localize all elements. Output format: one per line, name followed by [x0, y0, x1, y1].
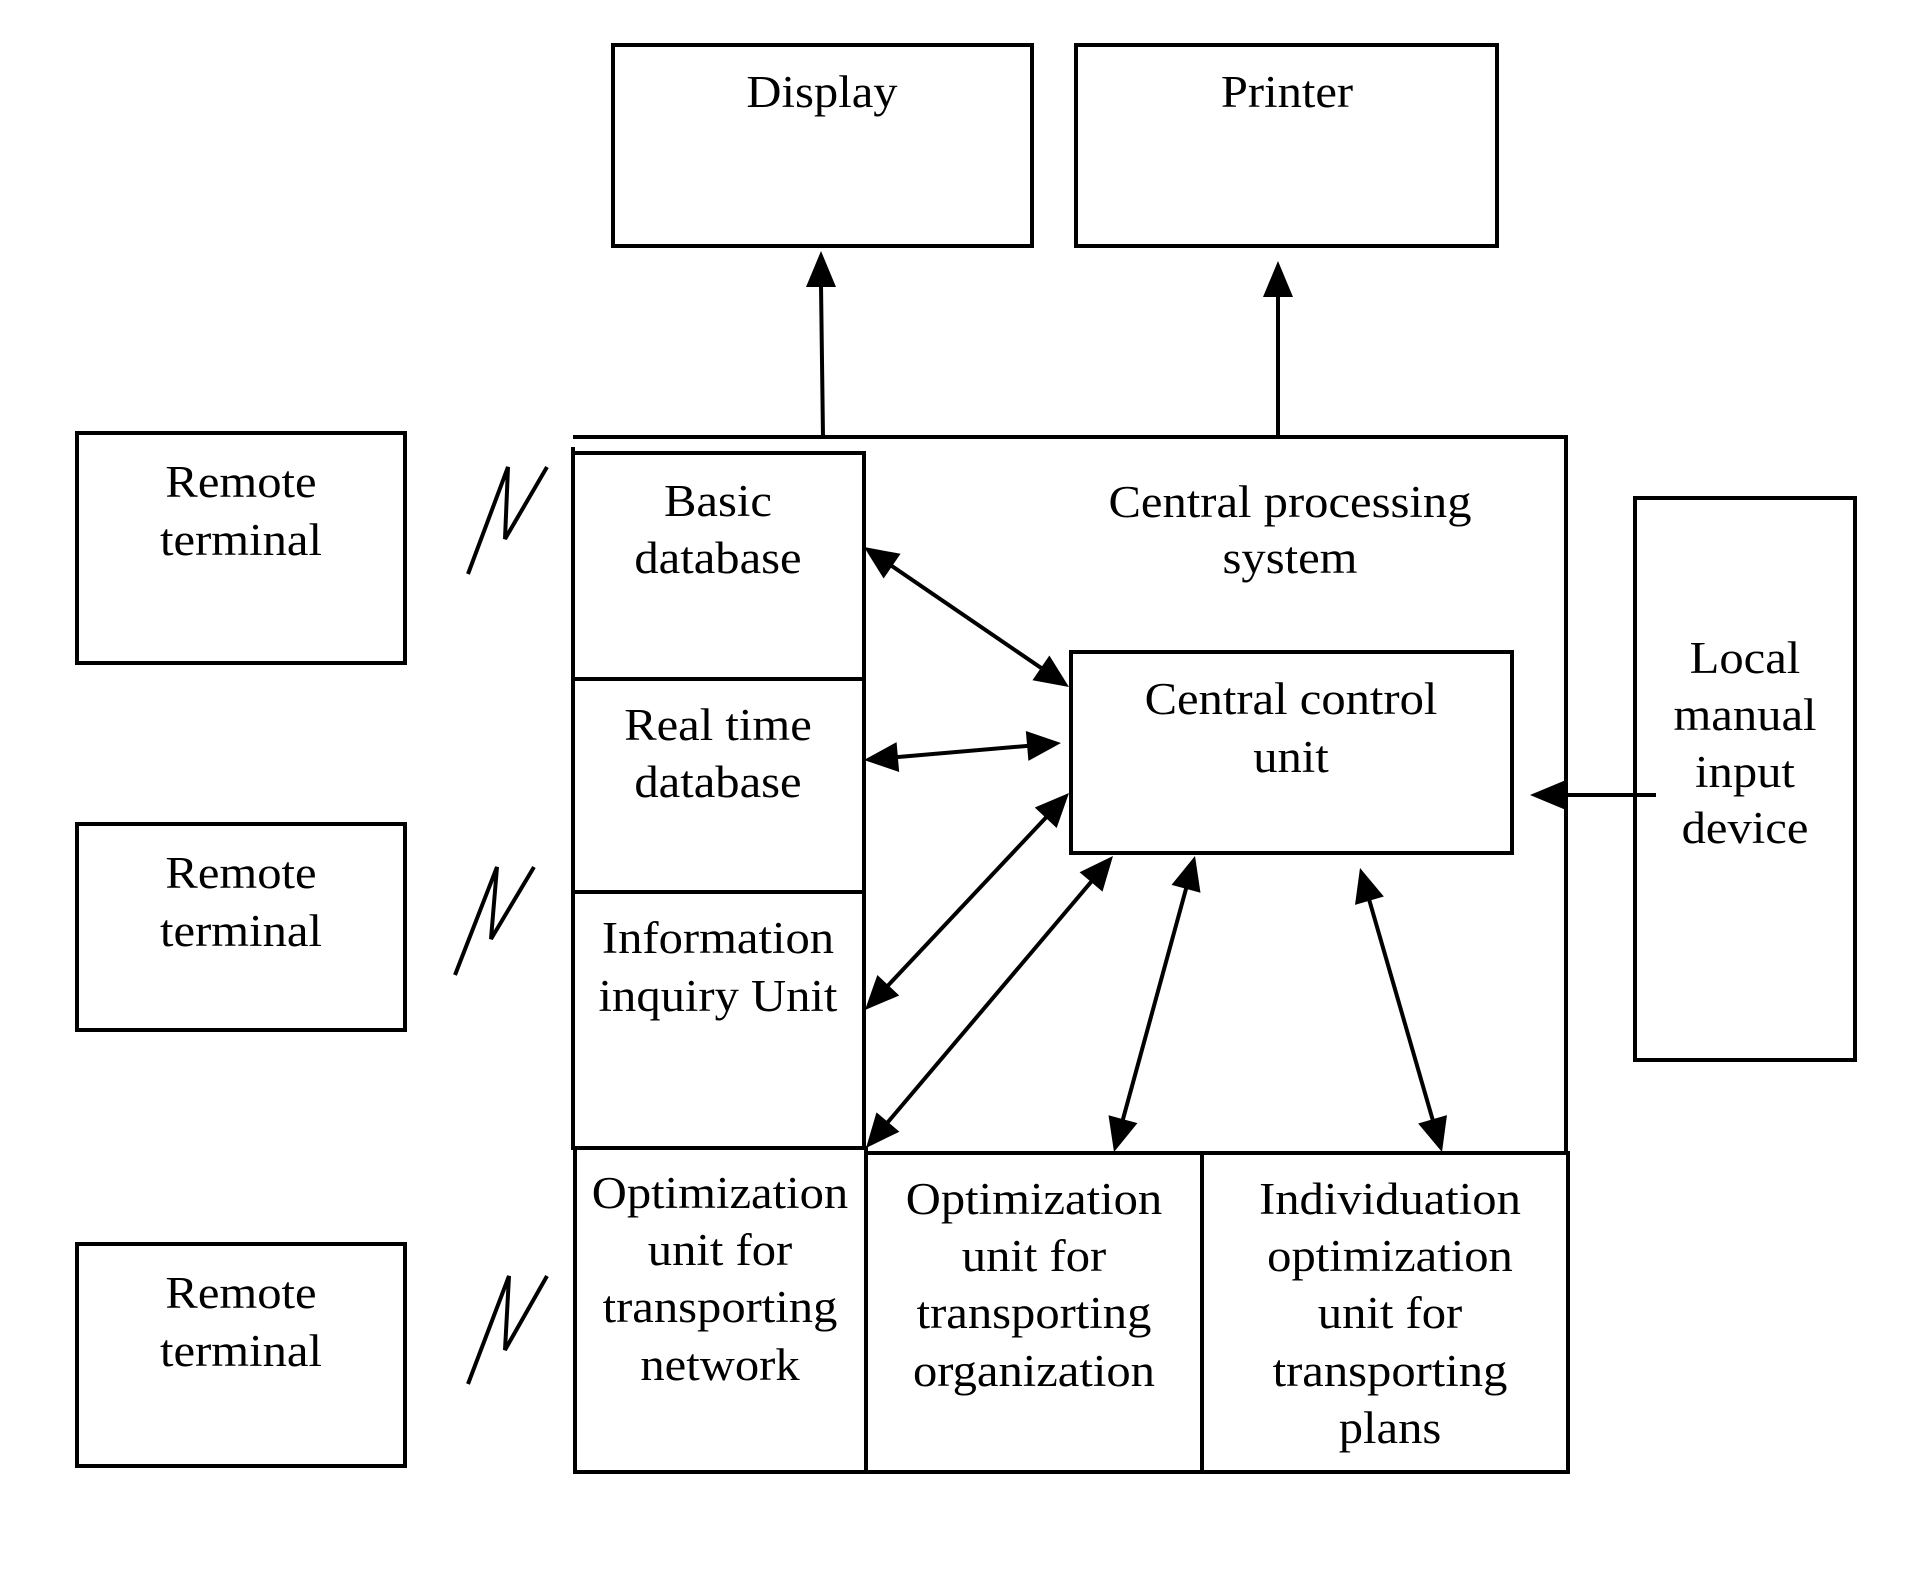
wireless-link-icon-3: [466, 1275, 549, 1385]
real-time-database-line-1: Real time: [624, 701, 812, 751]
arrow-ccu-individuation: [1355, 868, 1447, 1152]
indiv-line-3: unit for: [1318, 1289, 1463, 1339]
remote-terminal-2-line-1: Remote: [165, 849, 316, 899]
local-input-line-4: device: [1682, 804, 1809, 854]
information-inquiry-line-1: Information: [602, 914, 834, 964]
local-input-line-2: manual: [1673, 691, 1816, 741]
remote-terminal-2: Remote terminal: [75, 822, 407, 1032]
indiv-line-4: transporting: [1273, 1347, 1508, 1397]
arrowhead: [1355, 868, 1384, 905]
remote-terminal-3-line-1: Remote: [165, 1269, 316, 1319]
arrowhead-printer: [1263, 261, 1293, 297]
arrow-ccu-information-inquiry: [865, 793, 1069, 1010]
arrowhead: [1032, 655, 1069, 687]
wireless-link-icon-2: [453, 865, 536, 976]
individuation-optimization-unit-transporting-plans: Individuation optimization unit for tran…: [1200, 1151, 1570, 1474]
display-label: Display: [746, 68, 898, 118]
opt-organization-line-1: Optimization: [906, 1175, 1162, 1225]
remote-terminal-3: Remote terminal: [75, 1242, 407, 1468]
remote-terminal-1: Remote terminal: [75, 431, 407, 665]
remote-terminal-1-line-2: terminal: [160, 516, 322, 566]
opt-organization-line-3: transporting: [917, 1289, 1152, 1339]
central-control-unit: Central control unit: [1069, 650, 1514, 855]
opt-organization-line-2: unit for: [962, 1232, 1107, 1282]
display-box: Display: [611, 43, 1034, 248]
opt-network-line-3: transporting: [603, 1283, 838, 1333]
local-input-line-1: Local: [1690, 634, 1801, 684]
wireless-link-icon-1: [466, 465, 549, 575]
arrowhead-display: [806, 251, 836, 287]
remote-terminal-3-line-2: terminal: [160, 1327, 322, 1377]
arrow-shaft: [883, 877, 1096, 1127]
arrow-shaft: [893, 743, 1032, 760]
arrow-shaft: [1119, 884, 1190, 1124]
arrowhead: [1025, 730, 1061, 761]
system-block-diagram: Display Printer Central processing syste…: [75, 43, 1857, 1474]
indiv-line-2: optimization: [1267, 1232, 1513, 1282]
local-manual-input-device: Local manual input device: [1633, 496, 1857, 1062]
arrowhead: [1108, 1115, 1138, 1152]
real-time-database-line-2: database: [634, 758, 801, 808]
arrowhead: [864, 742, 900, 773]
opt-network-line-2: unit for: [648, 1226, 793, 1276]
information-inquiry-unit: Information inquiry Unit: [571, 890, 866, 1150]
basic-database-line-2: database: [634, 534, 801, 584]
opt-network-line-1: Optimization: [592, 1169, 848, 1219]
arrow-to-display: [819, 284, 825, 438]
arrow-shaft: [1366, 896, 1436, 1124]
arrowhead-local-to-ccu: [1530, 780, 1566, 810]
printer-label: Printer: [1221, 68, 1354, 118]
real-time-database: Real time database: [571, 677, 866, 894]
opt-organization-line-4: organization: [913, 1347, 1155, 1397]
arrowhead: [866, 1112, 900, 1148]
indiv-line-1: Individuation: [1259, 1175, 1521, 1225]
arrow-ccu-real-time-database: [864, 730, 1061, 773]
arrow-ccu-basic-database: [864, 547, 1069, 687]
arrowhead: [1079, 856, 1113, 892]
arrowhead: [864, 547, 901, 579]
remote-terminal-1-line-1: Remote: [165, 458, 316, 508]
optimization-unit-transporting-network: Optimization unit for transporting netwo…: [573, 1146, 868, 1474]
arrowhead: [1418, 1115, 1447, 1152]
ccu-label-line-2: unit: [1253, 733, 1329, 783]
optimization-unit-transporting-organization: Optimization unit for transporting organ…: [864, 1151, 1204, 1474]
remote-terminal-2-line-2: terminal: [160, 907, 322, 957]
local-input-line-3: input: [1695, 748, 1795, 798]
cps-label-line-1: Central processing: [1108, 478, 1471, 528]
arrow-ccu-opt-organization: [1108, 856, 1201, 1152]
printer-box: Printer: [1074, 43, 1499, 248]
opt-network-line-4: network: [640, 1341, 800, 1391]
ccu-label-line-1: Central control: [1145, 675, 1438, 725]
arrow-shaft: [887, 562, 1046, 672]
arrowhead: [1171, 856, 1201, 893]
indiv-line-5: plans: [1339, 1404, 1442, 1454]
basic-database-line-1: Basic: [664, 477, 772, 527]
information-inquiry-line-2: inquiry Unit: [599, 972, 838, 1022]
arrow-ccu-opt-network: [866, 856, 1113, 1148]
cps-label-line-2: system: [1223, 534, 1358, 584]
